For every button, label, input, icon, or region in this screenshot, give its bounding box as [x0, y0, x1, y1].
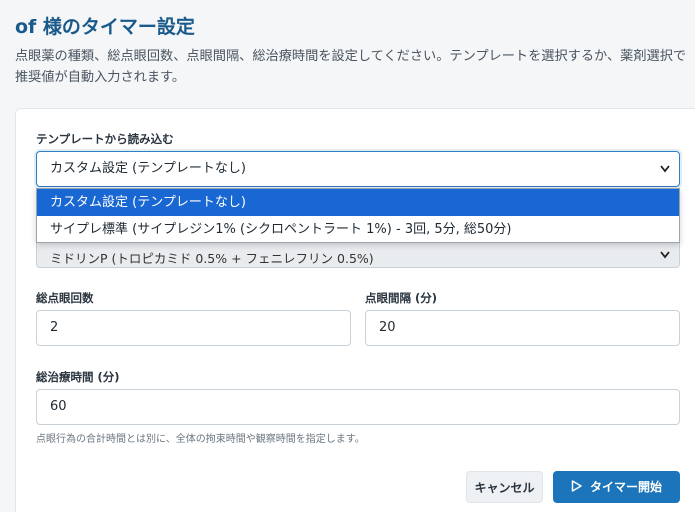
cancel-button[interactable]: キャンセル — [466, 471, 543, 503]
template-dropdown-list: カスタム設定 (テンプレートなし) サイプレ標準 (サイプレジン1% (シクロペ… — [36, 188, 680, 243]
page-description: 点眼薬の種類、総点眼回数、点眼間隔、総治療時間を設定してください。テンプレートを… — [15, 49, 687, 85]
total-time-input[interactable]: 60 — [36, 389, 680, 425]
start-timer-button[interactable]: タイマー開始 — [553, 471, 680, 503]
play-icon — [571, 472, 582, 504]
template-label: テンプレートから読み込む — [36, 132, 174, 146]
total-time-hint: 点眼行為の合計時間とは別に、全体の拘束時間や観察時間を指定します。 — [36, 434, 365, 445]
total-drops-input[interactable]: 2 — [36, 310, 351, 346]
chevron-down-icon — [659, 239, 671, 267]
medication-select-value: ミドリンP (トロピカミド 0.5% + フェニレフリン 0.5%) — [50, 251, 374, 266]
template-select-value: カスタム設定 (テンプレートなし) — [50, 161, 246, 176]
total-drops-label: 総点眼回数 — [36, 291, 94, 305]
template-select[interactable]: カスタム設定 (テンプレートなし) — [36, 151, 680, 187]
chevron-down-icon — [659, 152, 671, 186]
interval-input[interactable]: 20 — [365, 310, 680, 346]
template-option-custom[interactable]: カスタム設定 (テンプレートなし) — [37, 189, 679, 216]
interval-label: 点眼間隔 (分) — [365, 291, 438, 305]
page-title: of 様のタイマー設定 — [15, 16, 195, 38]
total-time-label: 総治療時間 (分) — [36, 370, 120, 384]
start-timer-label: タイマー開始 — [589, 480, 662, 494]
template-option-cyclopentolate[interactable]: サイプレ標準 (サイプレジン1% (シクロペントラート 1%) - 3回, 5分… — [37, 216, 679, 243]
